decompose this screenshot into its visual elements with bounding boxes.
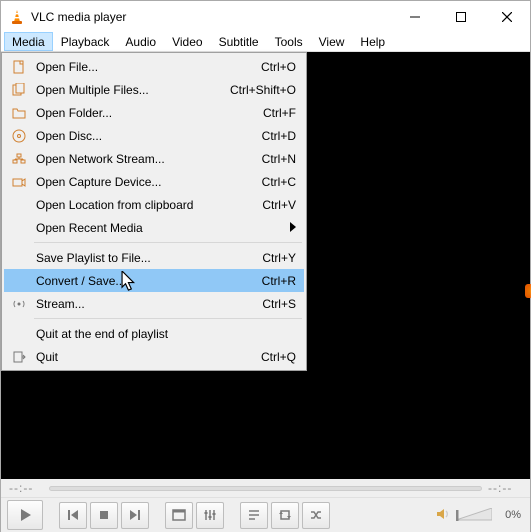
quit-icon xyxy=(8,350,30,364)
menu-item-open-multiple[interactable]: Open Multiple Files... Ctrl+Shift+O xyxy=(4,78,304,101)
extended-settings-button[interactable] xyxy=(196,502,224,529)
menu-item-shortcut: Ctrl+N xyxy=(262,152,296,166)
time-elapsed: --:-- xyxy=(9,481,43,495)
time-total: --:-- xyxy=(488,481,522,495)
maximize-button[interactable] xyxy=(438,1,484,32)
video-area: Open File... Ctrl+O Open Multiple Files.… xyxy=(1,52,530,479)
vlc-cone-watermark xyxy=(525,284,531,298)
menu-item-label: Stream... xyxy=(30,297,262,311)
capture-icon xyxy=(8,175,30,189)
menu-separator xyxy=(34,242,302,243)
previous-button[interactable] xyxy=(59,502,87,529)
media-dropdown: Open File... Ctrl+O Open Multiple Files.… xyxy=(1,52,307,371)
menu-item-label: Open Multiple Files... xyxy=(30,83,230,97)
menu-item-open-capture[interactable]: Open Capture Device... Ctrl+C xyxy=(4,170,304,193)
menu-item-open-file[interactable]: Open File... Ctrl+O xyxy=(4,55,304,78)
volume-slider[interactable] xyxy=(456,508,492,522)
next-button[interactable] xyxy=(121,502,149,529)
menu-media[interactable]: Media xyxy=(4,32,53,51)
menu-tools-label: Tools xyxy=(275,35,303,49)
menu-item-label: Open Location from clipboard xyxy=(30,198,262,212)
menu-item-shortcut: Ctrl+R xyxy=(262,274,296,288)
menu-item-shortcut: Ctrl+S xyxy=(262,297,296,311)
menu-video[interactable]: Video xyxy=(164,32,210,51)
menu-separator xyxy=(34,318,302,319)
menu-item-open-network[interactable]: Open Network Stream... Ctrl+N xyxy=(4,147,304,170)
title-bar: VLC media player xyxy=(1,1,530,32)
menu-subtitle[interactable]: Subtitle xyxy=(211,32,267,51)
menu-playback-label: Playback xyxy=(61,35,110,49)
menu-item-label: Open Capture Device... xyxy=(30,175,262,189)
playback-controls: 0% xyxy=(1,497,530,532)
menu-item-label: Quit at the end of playlist xyxy=(30,327,296,341)
network-icon xyxy=(8,152,30,166)
speaker-icon[interactable] xyxy=(436,507,452,524)
menu-item-shortcut: Ctrl+F xyxy=(263,106,296,120)
seek-track[interactable] xyxy=(49,486,482,491)
vlc-cone-icon xyxy=(9,9,25,25)
seek-bar-row: --:-- --:-- xyxy=(1,479,530,497)
menu-item-label: Quit xyxy=(30,350,261,364)
menu-item-shortcut: Ctrl+O xyxy=(261,60,296,74)
menu-help[interactable]: Help xyxy=(352,32,393,51)
menu-item-shortcut: Ctrl+V xyxy=(262,198,296,212)
loop-button[interactable] xyxy=(271,502,299,529)
shuffle-button[interactable] xyxy=(302,502,330,529)
menu-bar: Media Playback Audio Video Subtitle Tool… xyxy=(1,32,530,52)
menu-view[interactable]: View xyxy=(311,32,353,51)
window-title: VLC media player xyxy=(31,10,392,24)
menu-item-save-playlist[interactable]: Save Playlist to File... Ctrl+Y xyxy=(4,246,304,269)
play-button[interactable] xyxy=(7,500,43,530)
menu-item-label: Convert / Save... xyxy=(30,274,262,288)
menu-audio[interactable]: Audio xyxy=(117,32,164,51)
menu-tools[interactable]: Tools xyxy=(267,32,311,51)
menu-video-label: Video xyxy=(172,35,202,49)
menu-subtitle-label: Subtitle xyxy=(219,35,259,49)
volume-percent: 0% xyxy=(496,509,524,521)
files-icon xyxy=(8,83,30,97)
fullscreen-button[interactable] xyxy=(165,502,193,529)
menu-item-label: Open Disc... xyxy=(30,129,262,143)
menu-help-label: Help xyxy=(360,35,385,49)
stream-icon xyxy=(8,297,30,311)
menu-item-label: Save Playlist to File... xyxy=(30,251,262,265)
disc-icon xyxy=(8,129,30,143)
menu-view-label: View xyxy=(319,35,345,49)
menu-media-label: Media xyxy=(12,35,45,49)
menu-item-shortcut: Ctrl+Y xyxy=(262,251,296,265)
menu-item-quit[interactable]: Quit Ctrl+Q xyxy=(4,345,304,368)
menu-item-shortcut: Ctrl+D xyxy=(262,129,296,143)
menu-playback[interactable]: Playback xyxy=(53,32,118,51)
folder-icon xyxy=(8,106,30,120)
menu-item-open-folder[interactable]: Open Folder... Ctrl+F xyxy=(4,101,304,124)
menu-audio-label: Audio xyxy=(125,35,156,49)
menu-item-label: Open File... xyxy=(30,60,261,74)
menu-item-shortcut: Ctrl+C xyxy=(262,175,296,189)
menu-item-open-recent[interactable]: Open Recent Media xyxy=(4,216,304,239)
menu-item-open-clipboard[interactable]: Open Location from clipboard Ctrl+V xyxy=(4,193,304,216)
menu-item-open-disc[interactable]: Open Disc... Ctrl+D xyxy=(4,124,304,147)
menu-item-quit-end[interactable]: Quit at the end of playlist xyxy=(4,322,304,345)
menu-item-label: Open Network Stream... xyxy=(30,152,262,166)
menu-item-label: Open Recent Media xyxy=(30,221,296,235)
menu-item-shortcut: Ctrl+Shift+O xyxy=(230,83,296,97)
stop-button[interactable] xyxy=(90,502,118,529)
menu-item-label: Open Folder... xyxy=(30,106,263,120)
close-button[interactable] xyxy=(484,1,530,32)
menu-item-stream[interactable]: Stream... Ctrl+S xyxy=(4,292,304,315)
menu-item-shortcut: Ctrl+Q xyxy=(261,350,296,364)
file-icon xyxy=(8,60,30,74)
menu-item-convert-save[interactable]: Convert / Save... Ctrl+R xyxy=(4,269,304,292)
playlist-button[interactable] xyxy=(240,502,268,529)
minimize-button[interactable] xyxy=(392,1,438,32)
submenu-arrow-icon xyxy=(290,221,296,235)
